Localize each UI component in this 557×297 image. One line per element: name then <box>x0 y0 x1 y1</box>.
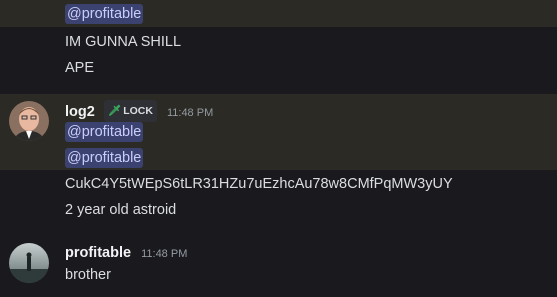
user-mention[interactable]: @profitable <box>65 4 144 24</box>
message-text: brother <box>65 267 111 283</box>
message-text: CukC4Y5tWEpS6tLR31HZu7uEzhcAu78w8CMfPqMW… <box>65 176 453 192</box>
timestamp: 11:48 PM <box>141 248 188 260</box>
message-text: APE <box>65 60 95 76</box>
avatar[interactable] <box>9 243 49 283</box>
avatar[interactable] <box>9 101 49 141</box>
username[interactable]: profitable <box>65 245 131 261</box>
message-text: IM GUNNA SHILL <box>65 34 182 50</box>
user-mention[interactable]: @profitable <box>65 148 144 168</box>
user-mention[interactable]: @profitable <box>65 122 144 142</box>
username[interactable]: log2 <box>65 104 95 120</box>
avatar-image <box>9 243 49 283</box>
avatar-image <box>9 101 49 141</box>
timestamp: 11:48 PM <box>166 107 214 119</box>
message-text: 2 year old astroid <box>65 202 177 218</box>
role-tag: 🗡 LOCK <box>103 100 157 122</box>
sword-icon: 🗡 <box>107 105 122 117</box>
